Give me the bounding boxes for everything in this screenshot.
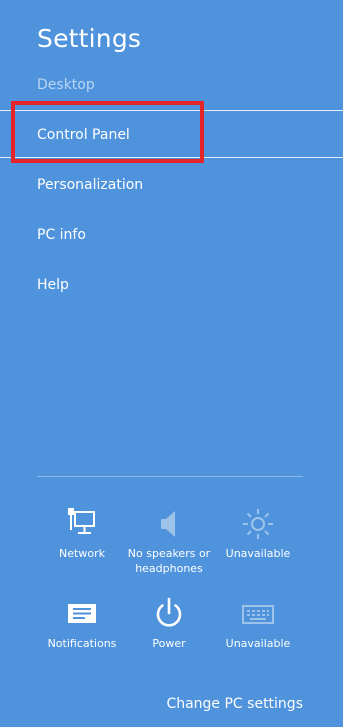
network-icon (68, 508, 95, 534)
power-icon (156, 597, 182, 627)
notifications-icon (68, 604, 96, 623)
network-label: Network (59, 547, 105, 560)
settings-title: Settings (37, 24, 142, 53)
menu-item-control-panel[interactable]: Control Panel (0, 110, 343, 158)
keyboard-icon (242, 605, 274, 624)
speaker-label: No speakers or headphones (127, 547, 211, 575)
power-label: Power (152, 637, 186, 650)
brightness-icon (243, 509, 273, 539)
brightness-label: Unavailable (225, 547, 291, 560)
power-tile[interactable]: Power (124, 596, 214, 651)
settings-subtitle: Desktop (37, 77, 95, 93)
menu-item-label: Control Panel (37, 127, 130, 143)
menu-item-help[interactable]: Help (0, 261, 343, 309)
divider (37, 476, 303, 477)
notifications-label: Notifications (47, 637, 117, 650)
menu-item-personalization[interactable]: Personalization (0, 161, 343, 209)
speaker-tile[interactable]: No speakers or headphones (124, 506, 214, 576)
menu-item-pc-info[interactable]: PC info (0, 211, 343, 259)
notifications-tile[interactable]: Notifications (37, 596, 127, 651)
network-tile[interactable]: Network (37, 506, 127, 561)
menu-item-label: Personalization (37, 177, 144, 193)
menu-item-label: PC info (37, 227, 86, 243)
menu-item-label: Help (37, 277, 69, 293)
change-pc-settings-link[interactable]: Change PC settings (166, 696, 303, 712)
keyboard-tile[interactable]: Unavailable (213, 596, 303, 651)
speaker-icon (161, 511, 175, 537)
brightness-tile[interactable]: Unavailable (213, 506, 303, 561)
keyboard-label: Unavailable (225, 637, 291, 650)
